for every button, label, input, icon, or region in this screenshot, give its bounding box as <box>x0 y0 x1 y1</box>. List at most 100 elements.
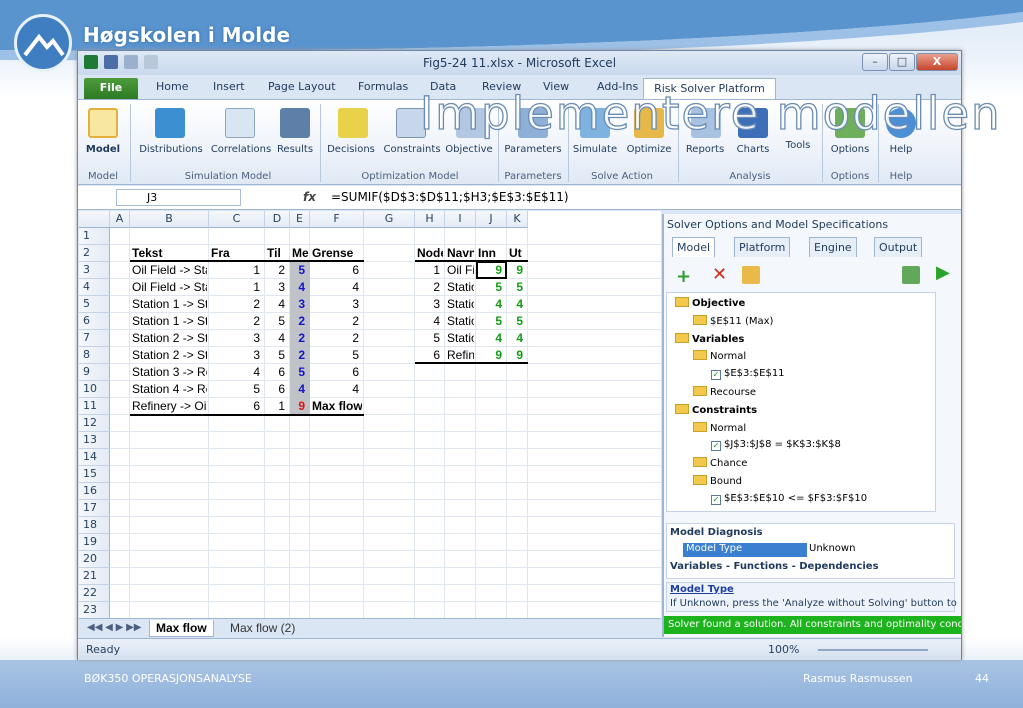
tree-node[interactable]: Normal <box>693 421 746 434</box>
node-id[interactable]: 2 <box>417 279 443 296</box>
arc-capacity[interactable]: 6 <box>312 262 362 279</box>
model-button[interactable]: Model <box>83 144 123 155</box>
node-outflow[interactable]: 4 <box>509 296 526 313</box>
worksheet-grid[interactable]: A B C D E F G H I J K 1 2 3 4 5 6 7 8 9 10 11 12 13 14 15 16 17 18 19… <box>79 211 661 618</box>
tree-node[interactable]: ✓ $E$3:$E$11 <box>711 368 785 381</box>
help-button[interactable]: Help <box>880 144 922 155</box>
sheet-nav-icons[interactable]: ◀◀ ◀ ▶ ▶▶ <box>81 620 147 637</box>
tree-node[interactable]: ✓ $J$3:$J$8 = $K$3:$K$8 <box>711 439 841 452</box>
node-name[interactable]: Station 1 <box>447 279 474 296</box>
arc-flow[interactable]: 5 <box>292 262 308 279</box>
pane-tab-model[interactable]: Model <box>672 237 716 257</box>
close-button[interactable]: X <box>916 53 958 71</box>
row-header[interactable]: 21 <box>79 568 110 585</box>
arc-capacity[interactable]: Max flow <box>312 398 362 415</box>
correlations-button[interactable]: Correlations <box>210 144 272 155</box>
options-button[interactable]: Options <box>826 144 874 155</box>
arc-to[interactable]: 6 <box>267 364 288 381</box>
node-id[interactable]: 1 <box>417 262 443 279</box>
tools-button[interactable]: Tools <box>778 140 818 151</box>
column-header[interactable]: I <box>445 211 476 228</box>
column-header[interactable]: G <box>364 211 415 228</box>
tab-page-layout[interactable]: Page Layout <box>268 80 336 93</box>
arc-label[interactable]: Station 3 -> Refinery <box>132 364 207 381</box>
tab-risk-solver-platform[interactable]: Risk Solver Platform <box>643 78 776 100</box>
arc-label[interactable]: Station 1 -> Station 3 <box>132 296 207 313</box>
arc-from[interactable]: 1 <box>211 262 263 279</box>
add-icon[interactable]: + <box>676 266 691 287</box>
zoom-slider[interactable] <box>818 649 928 651</box>
row-header[interactable]: 9 <box>79 364 110 381</box>
row-header[interactable]: 2 <box>79 245 110 262</box>
row-header[interactable]: 16 <box>79 483 110 500</box>
node-outflow[interactable]: 9 <box>509 262 526 279</box>
row-header[interactable]: 5 <box>79 296 110 313</box>
decisions-button[interactable]: Decisions <box>325 144 377 155</box>
node-name[interactable]: Station 3 <box>447 313 474 330</box>
arc-flow[interactable]: 4 <box>292 381 308 398</box>
column-header[interactable]: E <box>290 211 310 228</box>
arc-to[interactable]: 5 <box>267 313 288 330</box>
node-id[interactable]: 3 <box>417 296 443 313</box>
node-name[interactable]: Oil Field <box>447 262 474 279</box>
arc-capacity[interactable]: 2 <box>312 330 362 347</box>
sheet-tab-active[interactable]: Max flow <box>149 620 214 637</box>
row-header[interactable]: 19 <box>79 534 110 551</box>
tab-home[interactable]: Home <box>156 80 188 93</box>
node-inflow[interactable]: 5 <box>478 279 505 296</box>
minimize-button[interactable]: – <box>862 53 888 71</box>
row-header[interactable]: 15 <box>79 466 110 483</box>
row-header[interactable]: 12 <box>79 415 110 432</box>
zoom-level[interactable]: 100% <box>768 643 799 656</box>
diag-value[interactable]: Unknown <box>809 543 855 554</box>
row-header[interactable]: 10 <box>79 381 110 398</box>
node-id[interactable]: 4 <box>417 313 443 330</box>
delete-icon[interactable]: ✕ <box>712 264 727 285</box>
charts-button[interactable]: Charts <box>732 144 774 155</box>
column-header[interactable]: J <box>476 211 507 228</box>
row-header[interactable]: 17 <box>79 500 110 517</box>
arc-label[interactable]: Oil Field -> Station 2 <box>132 279 207 296</box>
arc-label[interactable]: Oil Field -> Station 1 <box>132 262 207 279</box>
arc-flow[interactable]: 3 <box>292 296 308 313</box>
arc-to[interactable]: 3 <box>267 279 288 296</box>
arc-capacity[interactable]: 3 <box>312 296 362 313</box>
row-header[interactable]: 11 <box>79 398 110 415</box>
model-tree[interactable]: Objective $E$11 (Max) Variables Normal ✓ $E$3… <box>666 292 936 512</box>
node-outflow[interactable]: 5 <box>509 313 526 330</box>
reports-button[interactable]: Reports <box>682 144 728 155</box>
tree-node[interactable]: Normal <box>693 350 746 362</box>
row-header[interactable]: 14 <box>79 449 110 466</box>
arc-flow[interactable]: 2 <box>292 330 308 347</box>
node-name[interactable]: Station 4 <box>447 330 474 347</box>
tree-node[interactable]: Conic <box>693 510 738 511</box>
arc-capacity[interactable]: 4 <box>312 381 362 398</box>
select-all-corner[interactable] <box>79 211 110 228</box>
tab-data[interactable]: Data <box>430 80 456 93</box>
arc-from[interactable]: 2 <box>211 313 263 330</box>
row-header[interactable]: 23 <box>79 602 110 618</box>
refresh-icon[interactable] <box>742 266 760 284</box>
pane-tab-platform[interactable]: Platform <box>734 237 791 257</box>
sheet-tab[interactable]: Max flow (2) <box>224 620 301 637</box>
analyze-icon[interactable] <box>902 266 920 284</box>
row-header[interactable]: 22 <box>79 585 110 602</box>
tab-insert[interactable]: Insert <box>213 80 245 93</box>
node-outflow[interactable]: 5 <box>509 279 526 296</box>
pane-tab-engine[interactable]: Engine <box>809 237 857 257</box>
arc-from[interactable]: 5 <box>211 381 263 398</box>
row-header[interactable]: 8 <box>79 347 110 364</box>
column-header[interactable]: H <box>415 211 445 228</box>
tree-node[interactable]: ✓ $E$3:$E$10 <= $F$3:$F$10 <box>711 493 867 505</box>
tree-node[interactable]: Bound <box>693 475 742 487</box>
arc-flow[interactable]: 2 <box>292 313 308 330</box>
arc-from[interactable]: 1 <box>211 279 263 296</box>
tree-node[interactable]: Objective <box>675 297 745 309</box>
formula-input[interactable]: =SUMIF($D$3:$D$11;$H3;$E$3:$E$11) <box>331 190 569 204</box>
tab-review[interactable]: Review <box>482 80 521 93</box>
tab-formulas[interactable]: Formulas <box>358 80 408 93</box>
parameters-button[interactable]: Parameters <box>502 144 564 155</box>
arc-from[interactable]: 2 <box>211 296 263 313</box>
arc-capacity[interactable]: 2 <box>312 313 362 330</box>
arc-label[interactable]: Station 1 -> Station 4 <box>132 313 207 330</box>
